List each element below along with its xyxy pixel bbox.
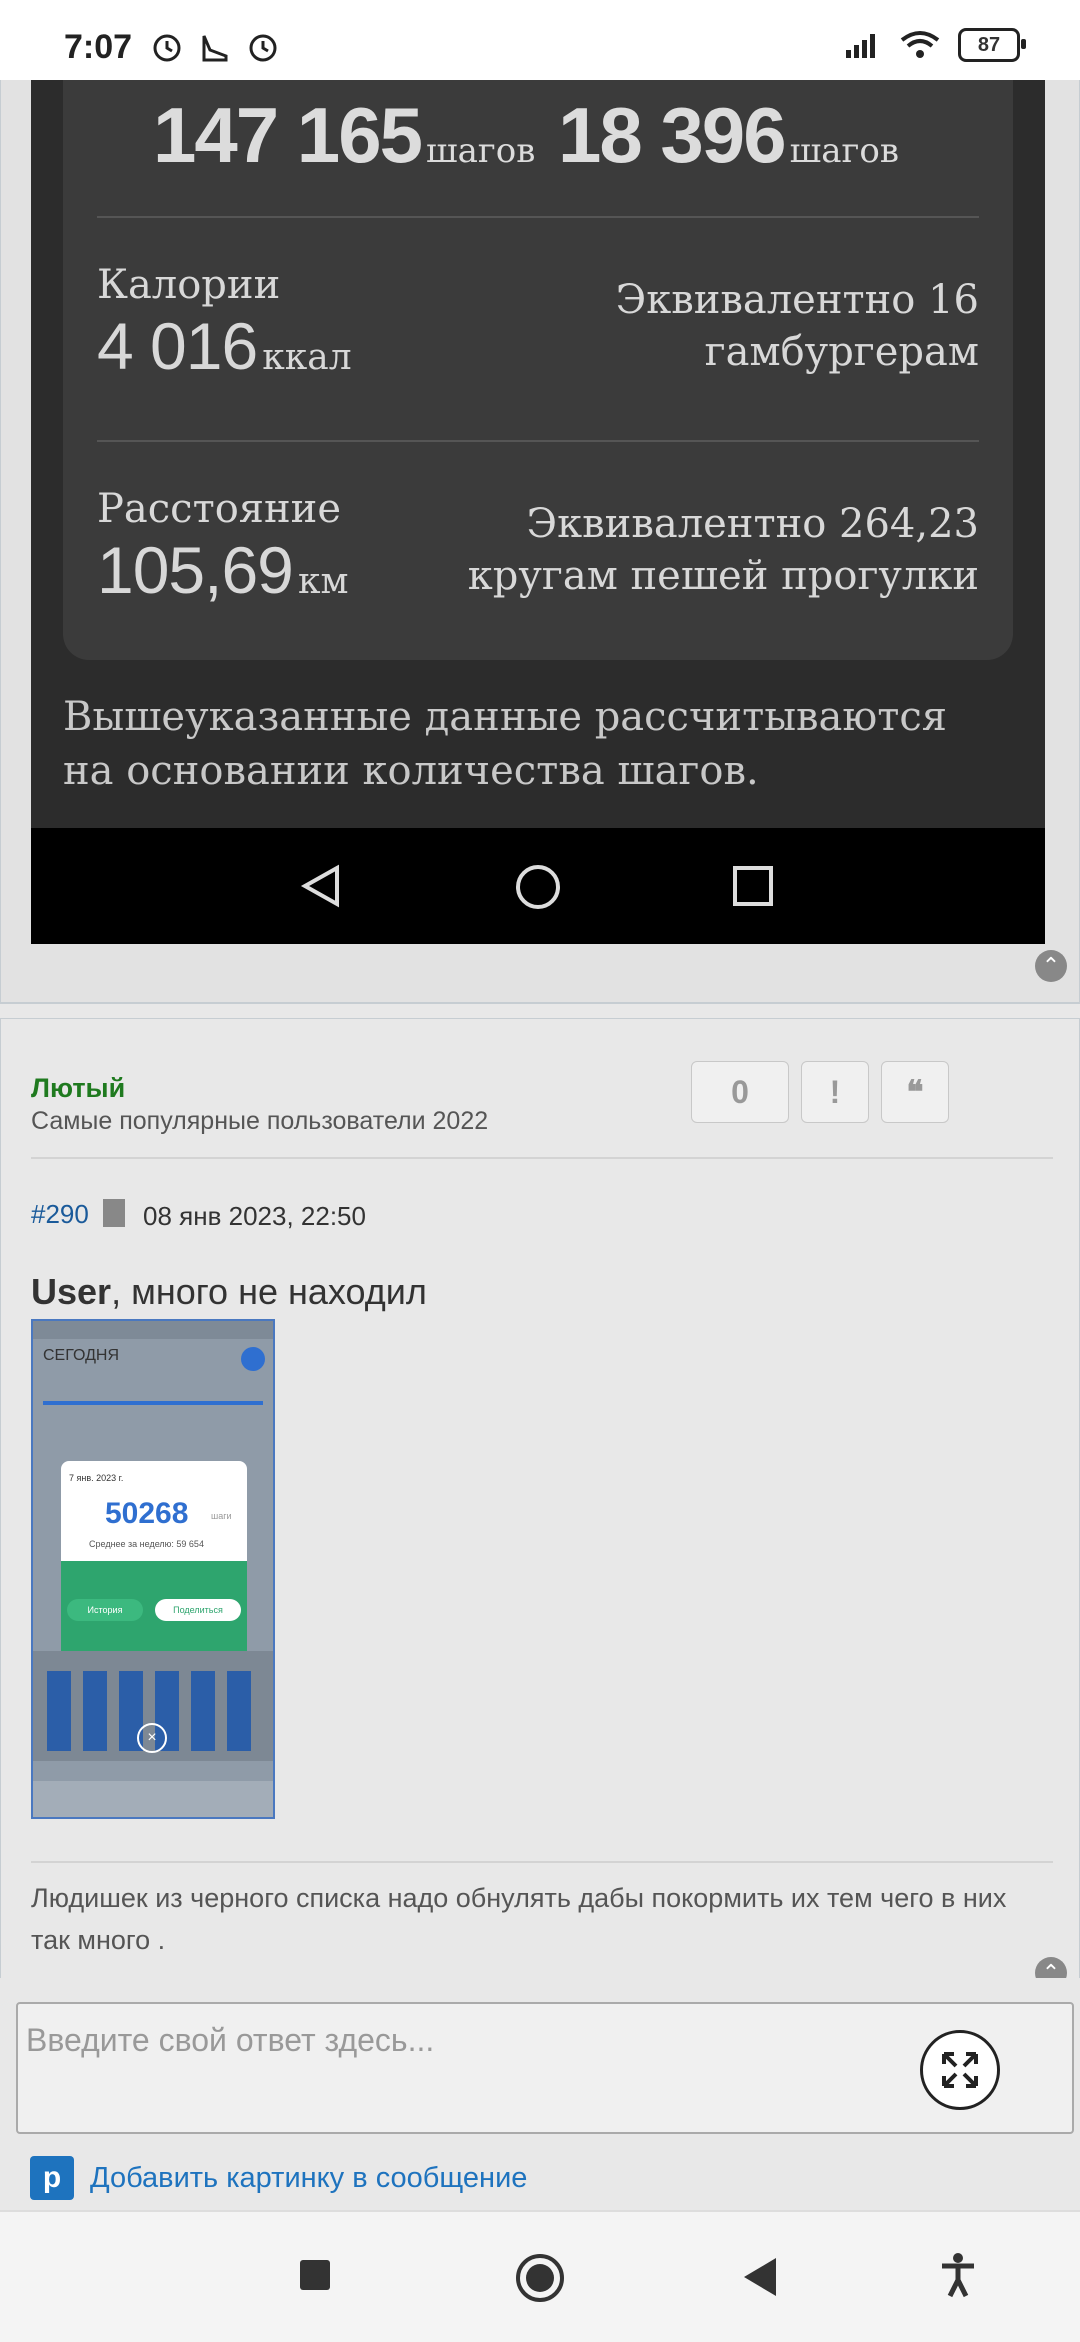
- home-circle-icon[interactable]: [514, 2252, 566, 2304]
- back-triangle-icon: [300, 864, 339, 908]
- total-steps-value: 147 165: [153, 91, 423, 179]
- document-icon: [103, 1199, 125, 1227]
- thumb-popup-avg: Среднее за неделю: 59 654: [89, 1539, 204, 1549]
- average-steps-unit: шагов: [789, 131, 899, 171]
- distance-unit: км: [297, 561, 349, 602]
- post-author[interactable]: Лютый: [31, 1073, 125, 1104]
- average-steps-value: 18 396: [558, 91, 787, 179]
- thumb-bar: [227, 1671, 251, 1751]
- calories-row: Калории 4 016 ккал Эквивалентно 16 гамбу…: [97, 262, 979, 462]
- status-bar: 7:07 87: [0, 0, 1080, 80]
- post-actions: 0 ! ❝: [691, 1061, 949, 1123]
- alarm-icon: [153, 34, 181, 62]
- author-rank: Самые популярные пользователи 2022: [31, 1107, 489, 1135]
- expand-editor-icon[interactable]: [920, 2030, 1000, 2110]
- post-signature: Людишек из черного списка надо обнулять …: [31, 1883, 1007, 1955]
- post-date: 08 янв 2023, 22:50: [143, 1201, 366, 1231]
- thumb-bar: [83, 1671, 107, 1751]
- back-triangle-icon[interactable]: [740, 2256, 780, 2298]
- thumb-add-icon: [241, 1347, 265, 1371]
- alarm-icon: [249, 34, 277, 62]
- postimage-icon: p: [30, 2156, 74, 2200]
- thumb-popup: 7 янв. 2023 г. 50268 шаги Среднее за нед…: [61, 1461, 247, 1671]
- recents-square-icon: [733, 866, 773, 906]
- thumb-bars-area: ×: [33, 1651, 273, 1761]
- divider: [31, 1157, 1053, 1159]
- home-circle-icon: [516, 865, 560, 909]
- report-button[interactable]: !: [801, 1061, 869, 1123]
- calories-unit: ккал: [262, 337, 352, 378]
- post-text: , много не находил: [111, 1271, 427, 1312]
- like-count-button[interactable]: 0: [691, 1061, 789, 1123]
- stats-card: 147 165 шагов 18 396 шагов Калории 4 016…: [63, 80, 1013, 660]
- embedded-navbar: [31, 828, 1045, 944]
- attached-image[interactable]: СЕГОДНЯ 7 янв. 2023 г. 50268 шаги Средне…: [31, 1319, 275, 1819]
- forum-post: Лютый Самые популярные пользователи 2022…: [0, 1018, 1080, 1989]
- calories-value: 4 016: [97, 309, 258, 383]
- distance-row: Расстояние 105,69 км Эквивалентно 264,23…: [97, 486, 979, 686]
- accessibility-icon[interactable]: [938, 2252, 978, 2298]
- thumb-bottom-nav: [33, 1781, 273, 1817]
- distance-equivalent: Эквивалентно 264,23 кругам пешей прогулк…: [467, 501, 979, 599]
- post-content: User, много не находил: [31, 1271, 427, 1313]
- thumb-bar: [47, 1671, 71, 1751]
- reply-area: Введите свой ответ здесь... p Добавить к…: [0, 1978, 1080, 2210]
- stats-note: Вышеуказанные данные рассчитываются на о…: [63, 694, 947, 794]
- divider: [31, 1861, 1053, 1863]
- divider: [97, 440, 979, 442]
- thumb-close-icon: ×: [137, 1723, 167, 1753]
- reply-input[interactable]: Введите свой ответ здесь...: [16, 2002, 1074, 2134]
- wifi-icon: [900, 31, 940, 58]
- thumb-history-button: История: [67, 1599, 143, 1621]
- thumb-statusbar: [33, 1321, 273, 1339]
- quote-button[interactable]: ❝: [881, 1061, 949, 1123]
- thumb-bar: [191, 1671, 215, 1751]
- add-image-link[interactable]: p Добавить картинку в сообщение: [30, 2156, 527, 2200]
- signal-icon: [846, 34, 875, 58]
- total-steps-unit: шагов: [426, 131, 536, 171]
- embedded-screenshot[interactable]: 147 165 шагов 18 396 шагов Калории 4 016…: [31, 80, 1045, 944]
- divider: [97, 216, 979, 218]
- scroll-up-icon[interactable]: ⌃: [1035, 950, 1067, 982]
- user-mention[interactable]: User: [31, 1271, 111, 1312]
- thumb-share-button: Поделиться: [155, 1599, 241, 1621]
- thumb-header: СЕГОДНЯ: [43, 1347, 120, 1364]
- reply-placeholder: Введите свой ответ здесь...: [26, 2022, 435, 2058]
- calories-equivalent: Эквивалентно 16 гамбургерам: [615, 277, 979, 375]
- recents-square-icon[interactable]: [298, 2258, 332, 2292]
- thumb-popup-date: 7 янв. 2023 г.: [69, 1473, 124, 1483]
- battery-icon: 87: [958, 28, 1026, 62]
- distance-value: 105,69: [97, 533, 294, 607]
- total-steps: 147 165 шагов: [153, 90, 535, 181]
- status-notification-icons: [150, 30, 280, 64]
- sneaker-icon: [202, 35, 228, 62]
- thumb-popup-value: 50268: [105, 1497, 189, 1530]
- thumb-progress: [43, 1401, 263, 1405]
- previous-post: 147 165 шагов 18 396 шагов Калории 4 016…: [0, 80, 1080, 1004]
- add-image-label: Добавить картинку в сообщение: [90, 2161, 528, 2194]
- system-navigation-bar: [0, 2210, 1080, 2342]
- thumb-popup-unit: шаги: [211, 1511, 232, 1521]
- post-number-link[interactable]: #290: [31, 1199, 89, 1230]
- status-time: 7:07: [64, 28, 133, 66]
- average-steps: 18 396 шагов: [558, 90, 899, 181]
